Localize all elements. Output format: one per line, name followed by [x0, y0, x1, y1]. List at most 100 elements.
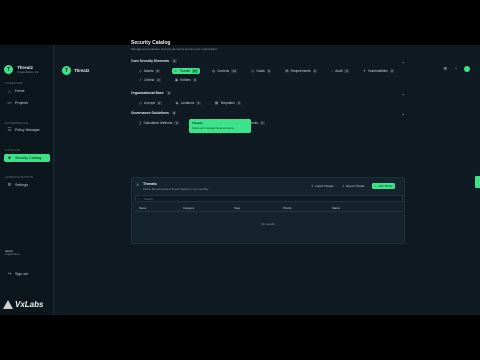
sign-out-button[interactable]: ↪ Sign out	[4, 270, 50, 278]
column-tags[interactable]: Tags	[234, 206, 283, 211]
sidebar-item-projects[interactable]: ▭ Projects	[4, 99, 50, 107]
column-name[interactable]: Name	[135, 206, 183, 211]
chip-threats[interactable]: ⚠ Threats 27	[171, 68, 201, 74]
section-label-administration: ADMINISTRATION	[5, 175, 34, 179]
import-label: Import Threats	[315, 184, 334, 188]
panel-subtitle: Define the elements of threat catalog in…	[143, 187, 209, 191]
list-icon: ▤	[285, 69, 289, 73]
chip-count: 0	[236, 101, 242, 105]
sidebar-item-label: Policy Manager	[15, 128, 40, 132]
chevron-down-icon[interactable]: ⌄	[402, 59, 405, 64]
side-tab-handle[interactable]	[475, 176, 480, 188]
top-title: T Threatz	[62, 66, 89, 75]
sidebar-item-settings[interactable]: ⚙ Settings	[4, 181, 50, 189]
chip-list: ◇ Assets 0 ⚠ Threats 27 ◍ Controls 14 ◎ Goals 0 …	[131, 68, 407, 83]
column-category[interactable]: Category	[183, 206, 234, 211]
plus-icon: +	[375, 184, 377, 188]
group-header[interactable]: Governance Guidelines 3 ⌄	[131, 111, 407, 116]
policy-icon: ☰	[7, 127, 12, 132]
tooltip-title: Threats	[192, 121, 203, 125]
sum-icon: ∑	[139, 121, 142, 125]
chip-lineups[interactable]: ◇ Lineups 0	[137, 100, 164, 106]
chip-vulnerabilities[interactable]: ✦ Vulnerabilities 0	[361, 68, 396, 74]
threats-panel: ⚠ Threats Define the elements of threat …	[131, 177, 405, 244]
main-content: Security Catalog Manage and evaluate sec…	[131, 40, 407, 125]
group-core-security: Core Security Elements 6 ⌄ ◇ Assets 0 ⚠ Thr…	[131, 59, 407, 83]
settings-icon[interactable]: ⚙	[443, 66, 447, 72]
logout-icon: ↪	[7, 271, 12, 276]
chip-label: Goals	[256, 69, 265, 73]
org-name: Organization Inc	[17, 70, 39, 74]
empty-state: No results	[261, 222, 275, 226]
chip-label: Entities	[180, 78, 191, 82]
column-status[interactable]: Status	[332, 206, 382, 211]
entity-icon: ▣	[174, 78, 179, 82]
logo-icon: T	[62, 66, 71, 75]
chip-count: 0	[156, 78, 161, 82]
chip-label: Audit	[335, 69, 343, 73]
location-icon: ◉	[175, 101, 179, 105]
chip-label: Criteria	[144, 78, 155, 82]
chip-count: 0	[389, 69, 395, 73]
chip-requirements[interactable]: ▤ Requirements 8	[283, 68, 319, 74]
chip-entities[interactable]: ▣ Entities 0	[173, 77, 199, 83]
top-actions: ⚙ ◔	[443, 66, 470, 72]
logo-icon: T	[4, 65, 13, 74]
notification-bell-icon[interactable]: ◔	[454, 66, 457, 72]
chip-count: 27	[191, 69, 199, 73]
tooltip-description: Define and manage threat scenarios	[192, 126, 234, 130]
asset-icon: ◇	[139, 69, 142, 73]
chip-calculation-methods[interactable]: ∑ Calculation Methods 0	[137, 120, 181, 126]
chip-list: ◇ Lineups 0 ◉ Locations 0 ▦ Templates 0	[131, 100, 407, 106]
chip-criteria[interactable]: ✓ Criteria 0	[137, 77, 163, 83]
chip-audit[interactable]: ◌ Audit 0	[329, 68, 351, 74]
group-title: Organizational Base	[131, 91, 164, 95]
chip-count: 8	[312, 69, 318, 73]
search-input[interactable]: ⌕ Search...	[135, 195, 403, 202]
avatar[interactable]	[464, 66, 470, 72]
group-title: Governance Guidelines	[131, 111, 169, 115]
chip-count: 0	[266, 69, 272, 73]
sidebar-item-security-catalog[interactable]: ◈ Security Catalog	[4, 154, 50, 162]
chip-count: 0	[260, 121, 265, 125]
chip-assets[interactable]: ◇ Assets 0	[137, 68, 162, 74]
group-title: Core Security Elements	[131, 59, 170, 63]
chip-label: Threats	[179, 69, 190, 73]
page-title: Security Catalog	[131, 40, 171, 46]
group-header[interactable]: Core Security Elements 6 ⌄	[131, 59, 407, 64]
chip-templates[interactable]: ▦ Templates 0	[213, 100, 244, 106]
watermark-logo: VxLabs	[3, 300, 43, 309]
top-app-name: Threatz	[74, 68, 90, 73]
group-count: 3	[171, 111, 177, 115]
import-button[interactable]: ⇪ Import Threats	[308, 183, 336, 189]
folder-icon: ▭	[7, 100, 12, 105]
gear-icon: ⚙	[7, 182, 12, 187]
chip-label: Vulnerabilities	[368, 69, 388, 73]
sidebar-item-policy-manager[interactable]: ☰ Policy Manager	[4, 126, 50, 134]
group-count: 3	[166, 91, 172, 95]
export-label: Export Threats	[346, 184, 365, 188]
column-priority[interactable]: Priority	[283, 206, 332, 211]
chip-controls[interactable]: ◍ Controls 14	[210, 68, 239, 74]
chip-label: Lineups	[143, 101, 155, 105]
export-button[interactable]: ⇩ Export Threats	[339, 183, 368, 189]
sidebar-item-home[interactable]: ⌂ Home	[4, 87, 50, 95]
search-icon: ⌕	[138, 196, 140, 201]
panel-title: Threats	[143, 182, 157, 186]
add-threat-button[interactable]: + Add Threat	[372, 183, 396, 189]
user-profile[interactable]: admin Organization	[5, 249, 20, 256]
group-count: 6	[172, 59, 177, 63]
chip-count: 0	[155, 69, 160, 73]
chip-label: Calculation Methods	[143, 121, 173, 125]
chip-goals[interactable]: ◎ Goals 0	[249, 68, 273, 74]
group-header[interactable]: Organizational Base 3 ⌄	[131, 91, 407, 96]
brand[interactable]: T Threatz Organization Inc	[4, 65, 39, 74]
section-label-overview: OVERVIEW	[5, 81, 23, 85]
download-icon: ⇩	[342, 184, 345, 188]
chevron-down-icon[interactable]: ⌄	[402, 91, 405, 96]
chip-count: 0	[156, 101, 162, 105]
chevron-down-icon[interactable]: ⌄	[402, 111, 405, 116]
warning-icon: ⚠	[136, 182, 140, 187]
chip-locations[interactable]: ◉ Locations 0	[174, 100, 203, 106]
chip-label: Requirements	[290, 69, 311, 73]
